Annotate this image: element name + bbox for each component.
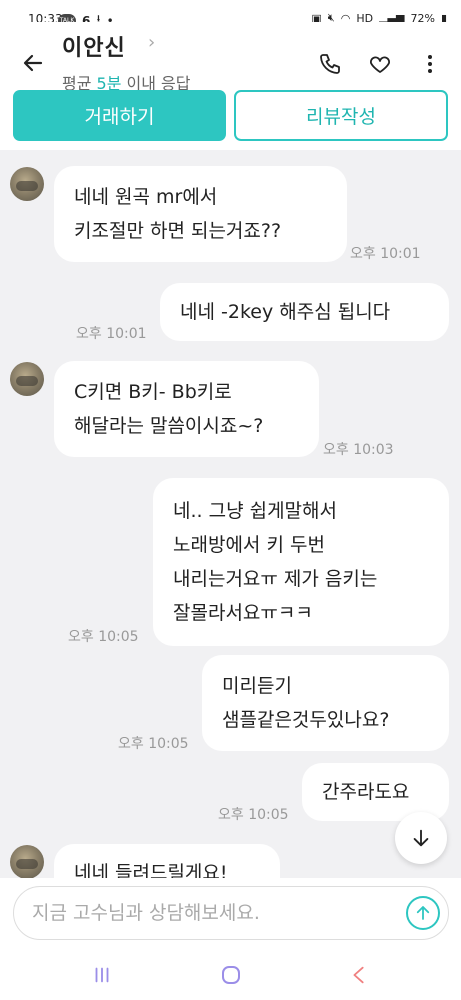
message-time: 오후 10:01 [76, 326, 147, 342]
message-bubble-received: 네네 들려드릴게요! [54, 844, 280, 878]
back-nav-icon [353, 966, 364, 984]
chat-messages[interactable]: 네네 원곡 mr에서 키조절만 하면 되는거죠?? 오후 10:01 네네 -2… [0, 150, 461, 878]
heart-icon [370, 56, 390, 73]
message-bubble-sent: 네네 -2key 해주심 됩니다 [160, 283, 449, 341]
back-nav-button[interactable] [346, 962, 372, 988]
chevron-right-icon[interactable]: › [148, 32, 155, 53]
recent-apps-icon [95, 967, 109, 983]
message-bubble-sent: 네.. 그냥 쉽게말해서 노래방에서 키 두번 내리는거요ㅠ 제가 음키는 잘몰… [153, 478, 449, 646]
back-arrow-icon [23, 54, 43, 72]
recent-apps-button[interactable] [89, 962, 115, 988]
back-button[interactable] [16, 46, 50, 80]
action-bar: 거래하기 리뷰작성 [0, 90, 461, 150]
message-time: 오후 10:05 [118, 736, 189, 752]
more-vertical-icon [428, 55, 432, 73]
arrow-up-icon [416, 906, 430, 920]
send-button[interactable] [406, 896, 440, 930]
system-navigation-bar [0, 950, 461, 1000]
more-menu-button[interactable] [414, 48, 446, 80]
partner-avatar[interactable] [10, 167, 44, 201]
message-time: 오후 10:05 [68, 629, 139, 645]
call-button[interactable] [314, 48, 346, 80]
partner-avatar[interactable] [10, 845, 44, 878]
home-button[interactable] [218, 962, 244, 988]
message-input-container [13, 886, 449, 940]
message-bubble-received: C키면 B키- Bb키로 해달라는 말씀이시죠~? [54, 361, 319, 457]
scroll-to-bottom-button[interactable] [395, 812, 447, 864]
message-input[interactable] [32, 887, 392, 939]
message-bubble-received: 네네 원곡 mr에서 키조절만 하면 되는거죠?? [54, 166, 347, 262]
message-time: 오후 10:05 [218, 807, 289, 823]
write-review-button[interactable]: 리뷰작성 [234, 90, 448, 141]
favorite-button[interactable] [364, 48, 396, 80]
message-bubble-sent: 미리듣기 샘플같은것두있나요? [202, 655, 449, 751]
home-icon [222, 966, 240, 984]
message-time: 오후 10:03 [323, 442, 394, 458]
message-input-bar [0, 878, 461, 950]
arrow-down-icon [413, 829, 429, 847]
partner-name[interactable]: 이안신 [62, 30, 126, 62]
deal-button[interactable]: 거래하기 [13, 90, 226, 141]
message-time: 오후 10:01 [350, 246, 421, 262]
chat-header: 이안신 › 평균 5분 이내 응답 [0, 22, 461, 100]
phone-icon [320, 54, 340, 74]
partner-avatar[interactable] [10, 362, 44, 396]
